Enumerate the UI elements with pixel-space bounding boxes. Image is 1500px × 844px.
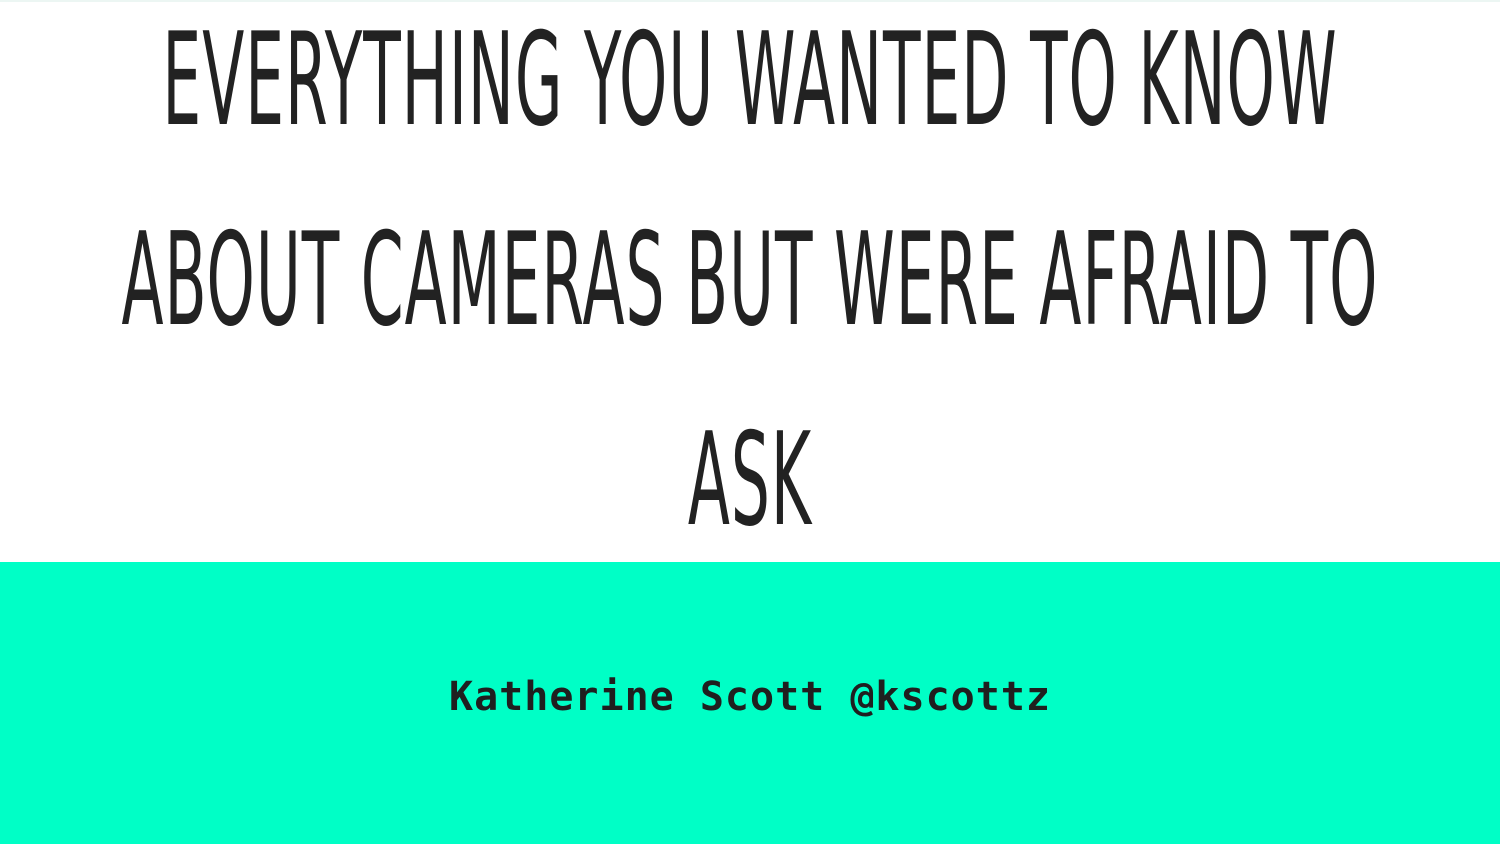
subtitle-band: Katherine Scott @kscottz: [0, 562, 1500, 844]
slide-title-text: Everything you wanted to know about came…: [121, 6, 1379, 555]
slide-subtitle: Katherine Scott @kscottz: [449, 674, 1051, 720]
title-region: Everything you wanted to know about came…: [0, 0, 1500, 562]
title-slide: Everything you wanted to know about came…: [0, 0, 1500, 844]
slide-title: Everything you wanted to know about came…: [122, 0, 1378, 581]
